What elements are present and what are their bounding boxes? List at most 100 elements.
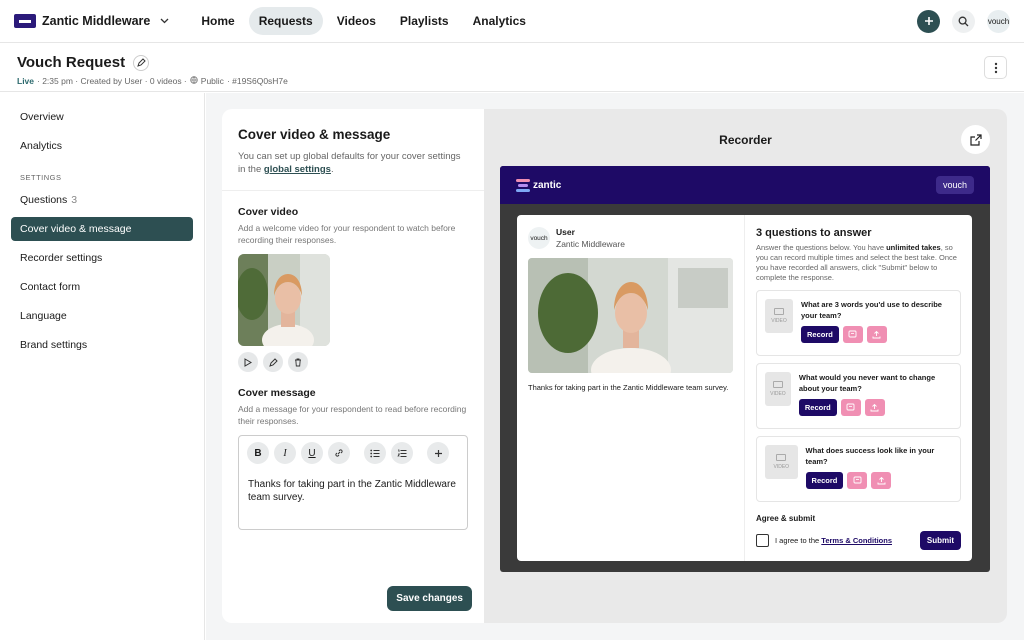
avatar: vouch: [528, 227, 550, 249]
cover-panel: vouch User Zantic Middleware Thanks for …: [517, 215, 745, 561]
pencil-icon: [268, 357, 278, 367]
nav-requests[interactable]: Requests: [248, 7, 323, 35]
recorder-preview: Recorder zantic vouch vouch User Zantic …: [484, 109, 1007, 623]
video-label: VIDEO: [773, 464, 790, 470]
agree-title: Agree & submit: [756, 514, 816, 523]
upload-button[interactable]: [871, 472, 892, 489]
video-label: VIDEO: [771, 318, 787, 324]
video-placeholder: VIDEO: [765, 372, 791, 406]
terms-checkbox[interactable]: [756, 534, 769, 547]
sidebar-item-analytics[interactable]: Analytics: [11, 134, 193, 158]
more-options-button[interactable]: [984, 56, 1007, 79]
recorder-form: vouch User Zantic Middleware Thanks for …: [517, 215, 972, 561]
text-answer-button[interactable]: [842, 326, 863, 343]
cover-video-preview[interactable]: [528, 258, 733, 373]
terms-label: I agree to the Terms & Conditions: [775, 536, 892, 545]
record-button[interactable]: Record: [800, 326, 839, 343]
questions-count: 3: [71, 194, 78, 206]
message-icon: [853, 476, 862, 484]
sidebar-item-overview[interactable]: Overview: [11, 105, 193, 129]
cover-video-description: Add a welcome video for your respondent …: [238, 223, 456, 245]
user-org: Zantic Middleware: [556, 239, 625, 249]
camera-icon: [772, 381, 783, 388]
recorder-title: Recorder: [719, 133, 772, 147]
delete-video-button[interactable]: [288, 352, 308, 372]
numbered-list-icon: [397, 449, 407, 457]
record-button[interactable]: Record: [805, 472, 844, 489]
description-suffix: .: [330, 164, 334, 175]
text-answer-button[interactable]: [847, 472, 868, 489]
sidebar-item-cover-video[interactable]: Cover video & message: [11, 217, 193, 241]
org-name: Zantic Middleware: [42, 14, 151, 28]
settings-sidebar: Overview Analytics SETTINGS Questions 3 C…: [0, 93, 205, 640]
section-title: Cover video & message: [238, 127, 391, 142]
section-description: You can set up global defaults for your …: [238, 150, 468, 176]
upload-icon: [870, 403, 879, 412]
editor-toolbar: B I U: [239, 436, 467, 470]
org-logo: [14, 14, 36, 28]
nav-videos[interactable]: Videos: [327, 7, 386, 35]
open-external-button[interactable]: [961, 125, 990, 154]
main-content: Cover video & message You can set up glo…: [206, 93, 1024, 640]
camera-icon: [776, 454, 787, 461]
bold-button[interactable]: B: [247, 442, 269, 464]
page-title: Vouch Request: [17, 54, 126, 71]
nav-playlists[interactable]: Playlists: [390, 7, 459, 35]
cover-video-thumbnail[interactable]: [238, 254, 330, 346]
insert-button[interactable]: [427, 442, 449, 464]
cover-message-text[interactable]: Thanks for taking part in the Zantic Mid…: [239, 470, 467, 512]
video-placeholder: VIDEO: [765, 299, 793, 333]
org-switcher[interactable]: Zantic Middleware: [14, 14, 169, 28]
thanks-message: Thanks for taking part in the Zantic Mid…: [528, 383, 729, 392]
plus-icon: [924, 17, 933, 25]
link-button[interactable]: [328, 442, 350, 464]
play-button[interactable]: [238, 352, 258, 372]
vouch-chip: vouch: [935, 176, 974, 194]
description-emphasis: unlimited takes: [886, 243, 941, 252]
question-text: What are 3 words you'd use to describe y…: [800, 300, 942, 320]
edit-video-button[interactable]: [263, 352, 283, 372]
pencil-icon: [136, 58, 146, 67]
edit-title-button[interactable]: [133, 54, 150, 71]
cover-message-title: Cover message: [238, 387, 316, 399]
meta-details: · 2:35 pm · Created by User · 0 videos ·: [37, 76, 187, 86]
search-button[interactable]: [952, 9, 975, 33]
questions-title: 3 questions to answer: [756, 227, 872, 239]
search-icon: [958, 16, 969, 26]
sidebar-item-language[interactable]: Language: [11, 304, 193, 328]
numbered-list-button[interactable]: [391, 442, 413, 464]
sidebar-item-questions[interactable]: Questions 3: [11, 188, 193, 212]
terms-link[interactable]: Terms & Conditions: [821, 536, 892, 545]
create-button[interactable]: [917, 9, 940, 33]
terms-prefix: I agree to the: [775, 536, 822, 545]
avatar[interactable]: vouch: [987, 9, 1010, 33]
nav-home[interactable]: Home: [191, 7, 244, 35]
text-answer-button[interactable]: [840, 399, 861, 416]
underline-button[interactable]: U: [301, 442, 323, 464]
submit-button[interactable]: Submit: [919, 531, 961, 550]
globe-icon: [190, 76, 198, 86]
save-changes-button[interactable]: Save changes: [387, 586, 472, 611]
description-text: Answer the questions below. You have: [756, 243, 887, 252]
upload-button[interactable]: [866, 326, 887, 343]
nav-analytics[interactable]: Analytics: [463, 7, 536, 35]
sidebar-section-label: SETTINGS: [20, 173, 62, 182]
sidebar-item-contact-form[interactable]: Contact form: [11, 275, 193, 299]
upload-button[interactable]: [864, 399, 885, 416]
sidebar-item-recorder-settings[interactable]: Recorder settings: [11, 246, 193, 270]
upload-icon: [872, 330, 881, 339]
italic-button[interactable]: I: [274, 442, 296, 464]
question-text: What would you never want to change abou…: [798, 373, 936, 393]
record-button[interactable]: Record: [798, 399, 837, 416]
user-name: User: [556, 227, 575, 237]
bullet-list-button[interactable]: [364, 442, 386, 464]
message-editor[interactable]: B I U Thanks for taking part in the Zant…: [238, 435, 468, 530]
cover-settings-card: Cover video & message You can set up glo…: [222, 109, 484, 623]
upload-icon: [877, 476, 886, 485]
sidebar-item-brand-settings[interactable]: Brand settings: [11, 333, 193, 357]
global-settings-link[interactable]: global settings: [264, 164, 331, 175]
brand-logo: zantic: [516, 178, 561, 192]
question-card: VIDEO What would you never want to chang…: [756, 363, 961, 429]
status-badge: Live: [17, 76, 35, 86]
chevron-down-icon: [160, 16, 169, 27]
